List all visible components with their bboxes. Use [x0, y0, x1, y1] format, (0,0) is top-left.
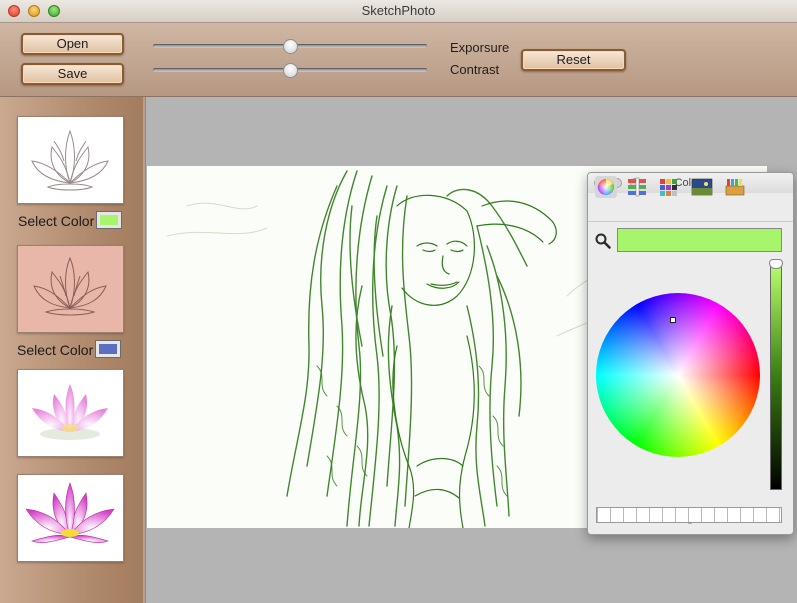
select-color-label-2: Select Color [17, 342, 94, 358]
select-color-swatch-2[interactable] [95, 340, 121, 358]
color-wheel-cursor[interactable] [670, 317, 676, 323]
color-palettes-tab-icon[interactable] [658, 176, 680, 198]
exposure-slider-knob[interactable] [282, 39, 298, 54]
thumbnail-lotus-photo-soft[interactable] [17, 369, 124, 457]
exposure-label: Exporsure [450, 40, 510, 55]
window-title: SketchPhoto [361, 3, 436, 18]
magnifier-icon[interactable] [595, 233, 611, 249]
thumbnail-lotus-sketch-pink[interactable] [17, 245, 124, 333]
select-color-label-1: Select Color [18, 213, 95, 229]
reset-button[interactable]: Reset [521, 49, 626, 71]
panel-resize-handle[interactable]: ⌃ [685, 522, 695, 530]
contrast-slider-knob[interactable] [282, 63, 298, 78]
thumbnail-lotus-photo[interactable] [17, 474, 124, 562]
open-button[interactable]: Open [21, 33, 124, 55]
contrast-label: Contrast [450, 62, 500, 77]
color-wheel[interactable] [596, 293, 760, 457]
brightness-slider[interactable] [770, 262, 782, 490]
thumbnail-lotus-sketch-white[interactable] [17, 116, 124, 204]
brightness-slider-knob[interactable] [769, 259, 783, 269]
colors-panel: Colors ⌃ [587, 172, 794, 535]
crayons-tab-icon[interactable] [724, 176, 746, 198]
image-palettes-tab-icon[interactable] [691, 176, 713, 198]
save-button[interactable]: Save [21, 63, 124, 85]
select-color-swatch-1[interactable] [96, 211, 122, 229]
color-wheel-tab-icon[interactable] [595, 176, 617, 198]
current-color-swatch[interactable] [617, 228, 782, 252]
color-sliders-tab-icon[interactable] [626, 176, 648, 198]
